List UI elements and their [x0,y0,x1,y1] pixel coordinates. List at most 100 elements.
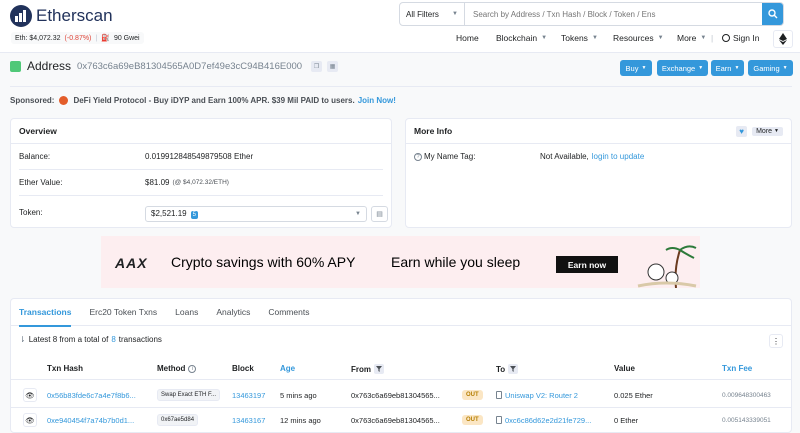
copy-icon[interactable]: ❐ [311,60,323,72]
gaming-button[interactable]: Gaming ▼ [748,60,793,76]
eye-icon[interactable]: 👁 [23,388,37,402]
sponsored-join-link[interactable]: Join Now! [358,96,396,105]
txn-fee-value: 0.009648300463 [722,391,771,399]
nav-resources[interactable]: Resources ▼ [613,29,664,47]
nav-blockchain[interactable]: Blockchain ▼ [496,29,547,47]
filter-icon[interactable] [374,364,384,374]
col-age[interactable]: Age [280,364,295,373]
etherscan-logo[interactable]: Etherscan [10,5,113,27]
qr-code-icon[interactable]: ▦ [327,60,339,72]
divider [11,379,791,380]
to-address-link[interactable]: 0xc6c86d62e2d21fe729... [505,416,591,425]
nav-more-label: More [677,33,697,43]
aax-logo: AAX [115,255,148,271]
wallet-icon[interactable]: ▤ [371,206,388,222]
chevron-down-icon: ▼ [657,35,664,41]
col-method: Method i [157,364,197,373]
txn-hash-link[interactable]: 0xe940454f7a74b7b0d1... [47,409,134,431]
more-dropdown-button[interactable]: More ▼ [752,126,783,136]
search-button[interactable] [762,3,783,25]
search-filter-select[interactable]: All Filters ▼ [400,3,465,25]
eye-icon[interactable]: 👁 [23,413,37,427]
chevron-down-icon: ▼ [641,65,647,71]
nav-home-label: Home [456,33,479,43]
col-method-label: Method [157,364,186,373]
address-title: Address [27,59,72,73]
gaming-label: Gaming [753,63,780,73]
ether-rate: (@ $4,072.32/ETH) [172,179,229,186]
col-value: Value [614,364,635,373]
eth-price-change: (-0.87%) [64,34,92,42]
col-to: To [496,364,519,374]
contract-file-icon [496,391,502,399]
ethereum-network-button[interactable] [773,30,793,48]
col-from: From [351,364,384,374]
tx-total-count[interactable]: 8 [111,335,115,344]
more-options-icon[interactable]: ⋮ [769,334,783,348]
more-info-title: More Info [414,126,453,136]
method-badge: 0x67ae5d84 [157,414,199,426]
sponsored-banner: Sponsored: DeFi Yield Protocol - Buy iDY… [10,96,396,105]
from-address: 0x763c6a69eb81304565... [351,390,440,400]
brand-name: Etherscan [36,6,113,25]
help-icon: ? [414,152,422,161]
contract-file-icon [496,416,502,424]
sponsored-label: Sponsored: [10,96,55,105]
gas-icon: ⛽ [101,35,110,42]
divider [11,407,791,408]
chevron-down-icon: ▼ [782,65,788,71]
aax-ad-banner[interactable]: AAX Crypto savings with 60% APY Earn whi… [101,236,700,288]
tab-comments[interactable]: Comments [260,299,317,326]
token-holdings-select[interactable]: $2,521.19 5 ▼ [145,206,367,222]
earn-button[interactable]: Earn ▼ [711,60,744,76]
block-link[interactable]: 13463197 [232,384,265,406]
sign-in-label: Sign In [733,33,760,43]
table-row: 👁 0x56b83fde6c7a4e7f8b6... Swap Exact ET… [11,384,791,406]
token-count-badge: 5 [190,211,198,219]
tab-loans[interactable]: Loans [167,299,206,326]
ad-cta-button[interactable]: Earn now [556,256,618,273]
ad-illustration-icon [637,245,697,288]
tab-transactions[interactable]: Transactions [11,299,79,327]
tx-summary-prefix: Latest 8 from a total of [28,335,109,344]
search-input[interactable] [465,3,762,25]
chevron-down-icon: ▼ [700,35,707,41]
heart-icon[interactable]: ♥ [736,125,748,137]
search-icon [767,9,777,19]
divider [10,86,792,87]
etherscan-logo-icon [10,5,32,27]
nav-tokens[interactable]: Tokens ▼ [561,29,598,47]
chevron-down-icon: ▼ [355,211,361,217]
search-filter-label: All Filters [406,9,439,19]
method-badge: Swap Exact ETH F... [157,389,221,401]
tab-analytics[interactable]: Analytics [208,299,258,326]
direction-badge: OUT [462,415,483,425]
eth-price-ticker: Eth: $4,072.32 (-0.87%) | ⛽ 90 Gwei [11,32,144,44]
nav-tokens-label: Tokens [561,33,588,43]
tx-summary-suffix: transactions [118,335,162,344]
value-amount: 0.025 Ether [614,390,653,400]
txn-hash-link[interactable]: 0x56b83fde6c7a4e7f8b6... [47,384,136,406]
block-link[interactable]: 13463167 [232,409,265,431]
overview-card: Overview Balance: 0.019912848549879508 E… [10,118,392,228]
chevron-down-icon: ▼ [698,65,704,71]
tab-erc20-token-txns[interactable]: Erc20 Token Txns [81,299,165,326]
chevron-down-icon: ▼ [774,128,779,134]
col-txn-fee[interactable]: Txn Fee [722,364,752,373]
tab-bar: Transactions Erc20 Token Txns Loans Anal… [11,299,791,327]
col-txn-hash: Txn Hash [47,364,84,373]
table-row: 👁 0xe940454f7a74b7b0d1... 0x67ae5d84 134… [11,409,791,431]
nav-more[interactable]: More ▼ [677,29,706,47]
dyp-logo-icon [59,96,69,105]
nav-home[interactable]: Home [456,29,479,47]
balance-value: 0.019912848549879508 Ether [145,152,254,161]
filter-icon[interactable] [508,364,519,374]
direction-badge: OUT [462,390,483,400]
login-to-update-link[interactable]: login to update [592,152,645,161]
to-address-link[interactable]: Uniswap V2: Router 2 [505,391,578,400]
name-tag-value: Not Available, [540,152,589,161]
buy-button[interactable]: Buy ▼ [620,60,652,76]
col-from-label: From [351,364,371,374]
exchange-button[interactable]: Exchange ▼ [657,60,708,76]
sign-in-link[interactable]: Sign In [722,29,759,47]
